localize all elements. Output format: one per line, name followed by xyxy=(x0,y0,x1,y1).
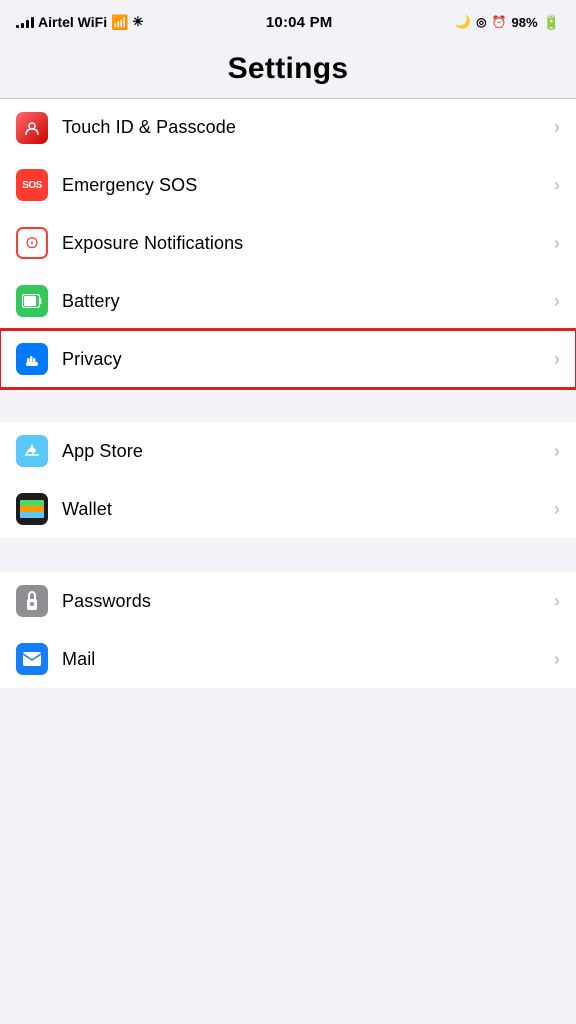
section-gap-2 xyxy=(0,538,576,572)
row-exposure[interactable]: ⊙ Exposure Notifications › xyxy=(0,214,576,272)
row-emergency-sos[interactable]: SOS Emergency SOS › xyxy=(0,156,576,214)
battery-percent: 98% xyxy=(512,15,538,30)
row-battery[interactable]: Battery › xyxy=(0,272,576,330)
privacy-icon xyxy=(16,343,48,375)
emergency-sos-chevron: › xyxy=(554,175,560,196)
battery-icon: 🔋 xyxy=(543,14,560,31)
status-left: Airtel WiFi 📶 ✳ xyxy=(16,14,143,31)
privacy-chevron: › xyxy=(554,349,560,370)
exposure-icon: ⊙ xyxy=(16,227,48,259)
row-wallet[interactable]: Wallet › xyxy=(0,480,576,538)
app-store-icon xyxy=(16,435,48,467)
wallet-icon xyxy=(16,493,48,525)
page-title: Settings xyxy=(0,52,576,86)
app-store-chevron: › xyxy=(554,441,560,462)
row-passwords[interactable]: Passwords › xyxy=(0,572,576,630)
carrier-label: Airtel WiFi xyxy=(38,14,107,30)
wifi-icon: 📶 xyxy=(111,14,128,31)
exposure-chevron: › xyxy=(554,233,560,254)
moon-icon: 🌙 xyxy=(455,14,471,30)
section-gap-1 xyxy=(0,388,576,422)
row-app-store[interactable]: App Store › xyxy=(0,422,576,480)
emergency-sos-label: Emergency SOS xyxy=(62,175,554,196)
section-apps: App Store › Wallet › xyxy=(0,422,576,538)
location-icon: ◎ xyxy=(476,15,486,29)
mail-chevron: › xyxy=(554,649,560,670)
section-more-apps: Passwords › Mail › xyxy=(0,572,576,688)
alarm-icon: ⏰ xyxy=(492,15,507,29)
touch-id-chevron: › xyxy=(554,117,560,138)
row-mail[interactable]: Mail › xyxy=(0,630,576,688)
emergency-sos-icon: SOS xyxy=(16,169,48,201)
mail-label: Mail xyxy=(62,649,554,670)
row-privacy[interactable]: Privacy › xyxy=(0,330,576,388)
page-header: Settings xyxy=(0,44,576,98)
passwords-label: Passwords xyxy=(62,591,554,612)
status-right: 🌙 ◎ ⏰ 98% 🔋 xyxy=(455,14,560,31)
passwords-chevron: › xyxy=(554,591,560,612)
battery-chevron: › xyxy=(554,291,560,312)
status-time: 10:04 PM xyxy=(266,14,333,31)
passwords-icon xyxy=(16,585,48,617)
status-bar: Airtel WiFi 📶 ✳ 10:04 PM 🌙 ◎ ⏰ 98% 🔋 xyxy=(0,0,576,44)
brightness-icon: ✳ xyxy=(133,14,144,30)
wallet-chevron: › xyxy=(554,499,560,520)
battery-row-icon xyxy=(16,285,48,317)
privacy-label: Privacy xyxy=(62,349,554,370)
touch-id-icon xyxy=(16,112,48,144)
app-store-label: App Store xyxy=(62,441,554,462)
row-touch-id[interactable]: Touch ID & Passcode › xyxy=(0,98,576,156)
signal-icon xyxy=(16,16,34,28)
touch-id-label: Touch ID & Passcode xyxy=(62,117,554,138)
exposure-label: Exposure Notifications xyxy=(62,233,554,254)
section-security: Touch ID & Passcode › SOS Emergency SOS … xyxy=(0,98,576,388)
wallet-label: Wallet xyxy=(62,499,554,520)
battery-label: Battery xyxy=(62,291,554,312)
mail-icon xyxy=(16,643,48,675)
